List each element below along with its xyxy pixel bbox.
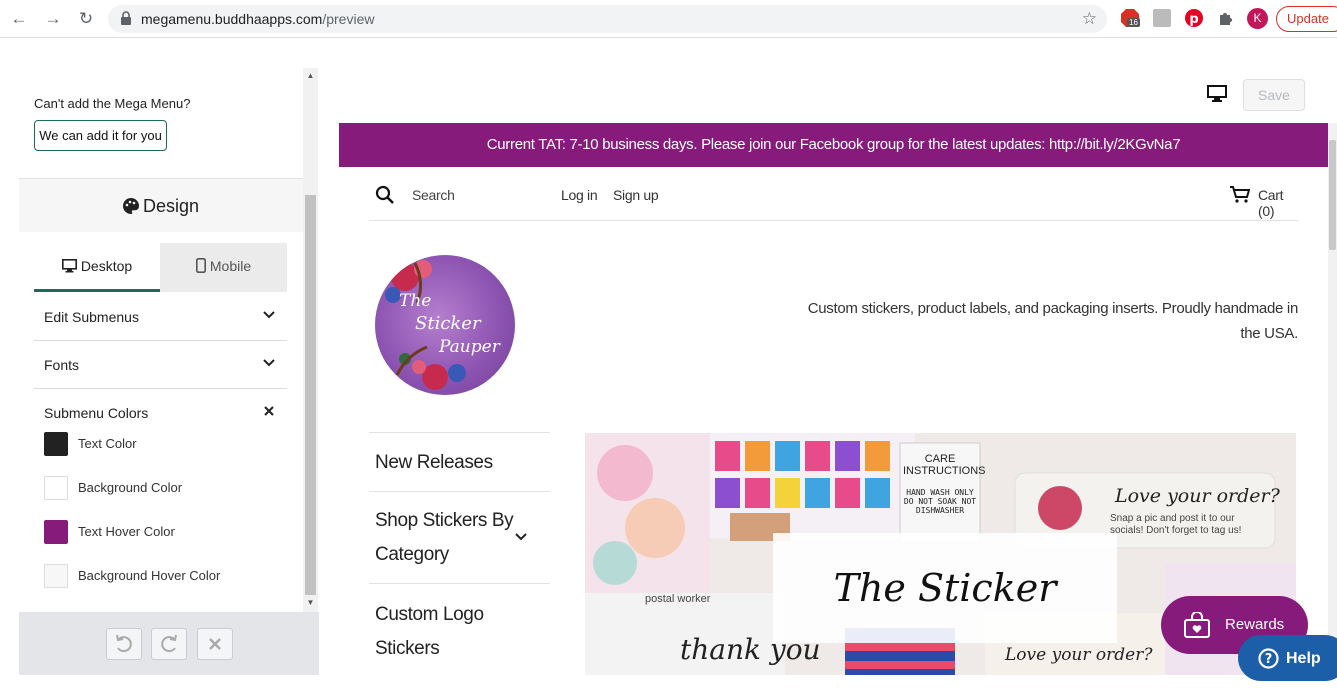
design-title: Design bbox=[19, 196, 303, 217]
tab-mobile[interactable]: Mobile bbox=[160, 243, 287, 292]
banner-caption-wash: HAND WASH ONLY DO NOT SOAK NOT DISHWASHE… bbox=[903, 488, 977, 515]
extension-r-icon[interactable] bbox=[1153, 9, 1171, 27]
color-swatch[interactable] bbox=[44, 476, 68, 500]
color-label: Background Hover Color bbox=[78, 568, 221, 583]
device-tabs: Desktop Mobile bbox=[34, 243, 287, 292]
menu-item-shop-by-category[interactable]: Shop Stickers By Category bbox=[369, 491, 550, 583]
menu-item-label: Shop Stickers By Category bbox=[375, 510, 514, 565]
scroll-down-icon[interactable]: ▼ bbox=[305, 598, 316, 610]
banner-caption-love: Love your order? bbox=[1115, 485, 1280, 507]
shopping-bag-heart-icon bbox=[1184, 612, 1210, 638]
redo-button[interactable] bbox=[151, 628, 187, 660]
color-label: Background Color bbox=[78, 480, 183, 495]
close-icon[interactable] bbox=[261, 403, 277, 419]
banner-caption-care: CARE INSTRUCTIONS bbox=[903, 453, 986, 477]
pinterest-icon[interactable]: p bbox=[1185, 9, 1203, 27]
redo-icon bbox=[161, 634, 177, 653]
color-swatch[interactable] bbox=[44, 432, 68, 456]
back-icon[interactable]: ← bbox=[8, 8, 30, 30]
color-swatch[interactable] bbox=[44, 520, 68, 544]
signup-link[interactable]: Sign up bbox=[613, 187, 659, 203]
reload-icon[interactable]: ↻ bbox=[75, 8, 97, 30]
cant-add-text: Can't add the Mega Menu? bbox=[34, 96, 191, 111]
help-button[interactable]: ? Help bbox=[1238, 635, 1337, 681]
forward-icon[interactable]: → bbox=[42, 8, 64, 30]
close-icon bbox=[209, 638, 221, 650]
rewards-label: Rewards bbox=[1225, 616, 1285, 633]
save-button[interactable]: Save bbox=[1243, 79, 1305, 111]
color-label: Text Hover Color bbox=[78, 524, 175, 539]
banner-caption-love-2: Love your order? bbox=[1005, 645, 1153, 665]
add-for-you-button[interactable]: We can add it for you bbox=[34, 120, 167, 151]
chevron-down-icon bbox=[263, 311, 275, 319]
accordion-label: Submenu Colors bbox=[44, 405, 149, 421]
menu-item-label: Custom Logo Stickers bbox=[375, 604, 484, 659]
cart-icon[interactable] bbox=[1230, 186, 1250, 204]
design-header: Design bbox=[19, 178, 303, 232]
banner-caption-postal: postal worker bbox=[645, 593, 711, 605]
scroll-up-icon[interactable]: ▲ bbox=[305, 71, 316, 83]
tab-desktop[interactable]: Desktop bbox=[34, 243, 160, 292]
preview-scroll-thumb[interactable] bbox=[1329, 140, 1336, 250]
menu-item-custom-logo-stickers[interactable]: Custom Logo Stickers bbox=[369, 583, 550, 675]
help-icon: ? bbox=[1258, 648, 1279, 669]
color-swatch[interactable] bbox=[44, 564, 68, 588]
address-bar[interactable]: megamenu.buddhaapps.com/preview ☆ bbox=[108, 5, 1107, 33]
desktop-preview-icon[interactable] bbox=[1207, 85, 1227, 103]
undo-icon bbox=[116, 634, 132, 653]
palette-icon bbox=[122, 198, 139, 214]
accordion-label: Edit Submenus bbox=[44, 309, 139, 325]
browser-toolbar: ← → ↻ megamenu.buddhaapps.com/preview ☆ … bbox=[0, 0, 1337, 38]
search-icon[interactable] bbox=[375, 185, 395, 205]
lock-icon bbox=[121, 11, 131, 25]
store-preview: Current TAT: 7-10 business days. Please … bbox=[339, 123, 1328, 675]
logo-text-the: The bbox=[399, 291, 432, 311]
menu-item-new-releases[interactable]: New Releases bbox=[369, 432, 550, 491]
chevron-down-icon[interactable] bbox=[514, 530, 528, 544]
browser-update-button[interactable]: Update bbox=[1276, 6, 1337, 32]
store-tagline: Custom stickers, product labels, and pac… bbox=[807, 300, 1299, 342]
accordion-fonts[interactable]: Fonts bbox=[34, 341, 287, 389]
sidebar-scroll-thumb[interactable] bbox=[305, 195, 316, 595]
extensions-puzzle-icon[interactable] bbox=[1217, 9, 1235, 27]
logo-text-sticker: Sticker bbox=[415, 313, 481, 334]
svg-text:p: p bbox=[1189, 12, 1198, 27]
discard-button[interactable] bbox=[197, 628, 233, 660]
store-header: Search Log in Sign up Cart (0) bbox=[369, 167, 1298, 221]
mobile-icon bbox=[195, 258, 206, 273]
accordion-submenu-colors[interactable]: Submenu Colors bbox=[34, 389, 287, 421]
login-link[interactable]: Log in bbox=[561, 187, 598, 203]
store-logo[interactable]: The Sticker Pauper bbox=[375, 255, 515, 395]
banner-caption-snap: Snap a pic and post it to our socials! D… bbox=[1110, 513, 1242, 536]
adblock-extension-icon[interactable]: 16 bbox=[1121, 9, 1140, 27]
accordion-label: Fonts bbox=[44, 357, 80, 373]
cart-link[interactable]: Cart (0) bbox=[1258, 187, 1298, 219]
history-toolbar bbox=[19, 612, 319, 675]
url-text: megamenu.buddhaapps.com/preview bbox=[141, 11, 375, 27]
color-label: Text Color bbox=[78, 436, 137, 451]
bookmark-star-icon[interactable]: ☆ bbox=[1082, 9, 1097, 29]
accordion-edit-submenus[interactable]: Edit Submenus bbox=[34, 293, 287, 341]
logo-text-pauper: Pauper bbox=[439, 337, 500, 357]
extension-badge: 16 bbox=[1127, 18, 1140, 27]
profile-avatar[interactable]: K bbox=[1247, 8, 1268, 29]
desktop-icon bbox=[61, 259, 77, 273]
announcement-bar: Current TAT: 7-10 business days. Please … bbox=[339, 123, 1328, 167]
menu-item-label: New Releases bbox=[375, 452, 493, 473]
svg-text:?: ? bbox=[1265, 652, 1273, 667]
help-label: Help bbox=[1286, 650, 1321, 667]
chevron-down-icon bbox=[263, 359, 275, 367]
undo-button[interactable] bbox=[106, 628, 142, 660]
search-input[interactable]: Search bbox=[412, 187, 455, 203]
banner-title: The Sticker Pauper bbox=[773, 533, 1117, 643]
